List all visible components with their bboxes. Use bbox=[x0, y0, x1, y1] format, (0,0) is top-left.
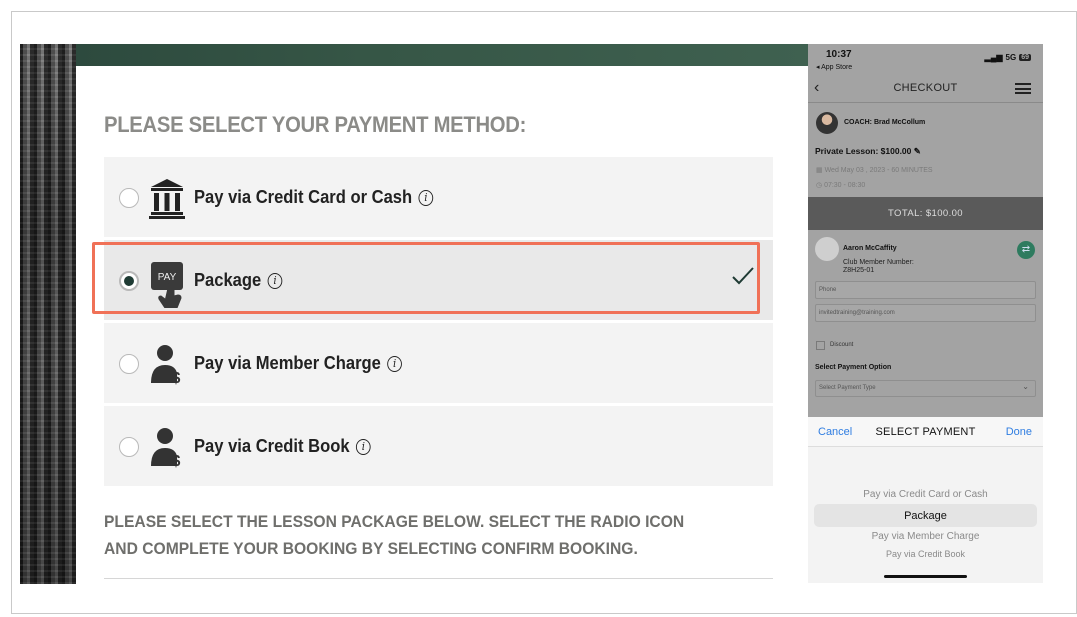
info-icon[interactable]: i bbox=[418, 190, 434, 206]
svg-text:$: $ bbox=[172, 453, 181, 468]
member-name: Aaron McCaffity bbox=[843, 245, 897, 252]
status-time: 10:37 bbox=[826, 49, 852, 60]
payment-option-credit-book[interactable]: $ Pay via Credit Book i bbox=[104, 406, 773, 486]
user-dollar-icon: $ bbox=[148, 426, 186, 470]
option-label: Pay via Credit Card or Cash i bbox=[194, 187, 434, 208]
done-button[interactable]: Done bbox=[1006, 426, 1032, 438]
payment-option-member-charge[interactable]: $ Pay via Member Charge i bbox=[104, 323, 773, 403]
option-label: Pay via Member Charge i bbox=[194, 353, 403, 374]
signal-icon: ▂▄▆ bbox=[984, 53, 1003, 62]
payment-option-credit-card[interactable]: Pay via Credit Card or Cash i bbox=[104, 157, 773, 237]
email-field[interactable]: invitedtraining@training.com bbox=[815, 304, 1036, 322]
info-icon[interactable]: i bbox=[355, 439, 371, 455]
picker-item[interactable]: Pay via Credit Book bbox=[808, 549, 1043, 559]
divider bbox=[808, 102, 1043, 103]
header-banner bbox=[76, 44, 808, 66]
payment-type-select[interactable]: Select Payment Type bbox=[815, 379, 1036, 397]
status-indicators: ▂▄▆ 5G 69 bbox=[985, 53, 1031, 62]
lesson-date: ▦ Wed May 03 , 2023 - 60 MINUTES bbox=[816, 167, 933, 174]
svg-text:$: $ bbox=[172, 370, 181, 385]
home-indicator bbox=[884, 575, 967, 578]
total-bar: TOTAL: $100.00 bbox=[808, 197, 1043, 230]
discount-checkbox[interactable] bbox=[816, 341, 825, 350]
info-icon[interactable]: i bbox=[387, 356, 403, 372]
pencil-icon[interactable]: ✎ bbox=[914, 146, 921, 156]
back-to-app-store-link[interactable]: ◂ App Store bbox=[816, 63, 852, 71]
user-dollar-icon: $ bbox=[148, 343, 186, 387]
payment-picker-wheel[interactable]: Pay via Credit Card or Cash Package Pay … bbox=[808, 447, 1043, 583]
picker-toolbar: Cancel SELECT PAYMENT Done bbox=[808, 417, 1043, 447]
radio-button[interactable] bbox=[119, 437, 139, 457]
battery-icon: 69 bbox=[1019, 54, 1031, 61]
highlight-box bbox=[92, 242, 760, 314]
payment-option-label: Select Payment Option bbox=[815, 364, 892, 371]
picker-item[interactable]: Pay via Member Charge bbox=[808, 531, 1043, 542]
network-label: 5G bbox=[1005, 53, 1017, 62]
radio-button[interactable] bbox=[119, 354, 139, 374]
page-title: PLEASE SELECT YOUR PAYMENT METHOD: bbox=[104, 112, 527, 137]
coach-avatar bbox=[816, 112, 838, 134]
picker-item-selected[interactable]: Package bbox=[808, 510, 1043, 522]
instructions-text: PLEASE SELECT THE LESSON PACKAGE BELOW. … bbox=[104, 512, 685, 558]
member-avatar bbox=[815, 237, 839, 261]
option-label: Pay via Credit Book i bbox=[194, 436, 371, 457]
hamburger-menu-icon[interactable] bbox=[1015, 83, 1031, 94]
coach-name: COACH: Brad McCollum bbox=[844, 119, 926, 126]
dimmed-checkout-screen: 10:37 ◂ App Store ▂▄▆ 5G 69 ‹ CHECKOUT C… bbox=[808, 44, 1043, 417]
bank-icon bbox=[148, 177, 186, 219]
swap-member-icon[interactable]: ⇄ bbox=[1017, 241, 1035, 259]
calendar-icon: ▦ bbox=[816, 167, 823, 174]
checkout-nav: ‹ CHECKOUT bbox=[808, 76, 1043, 102]
mobile-screenshot: 10:37 ◂ App Store ▂▄▆ 5G 69 ‹ CHECKOUT C… bbox=[808, 44, 1043, 583]
discount-label: Discount bbox=[830, 342, 854, 348]
picker-item[interactable]: Pay via Credit Card or Cash bbox=[808, 489, 1043, 500]
forest-background-strip bbox=[20, 44, 76, 584]
phone-field[interactable]: Phone bbox=[815, 281, 1036, 299]
lesson-price: Private Lesson: $100.00 ✎ bbox=[815, 146, 921, 156]
checkout-title: CHECKOUT bbox=[893, 82, 958, 94]
radio-button[interactable] bbox=[119, 188, 139, 208]
member-number: Club Member Number: Z8H25-01 bbox=[843, 259, 914, 274]
divider bbox=[104, 578, 773, 579]
lesson-time: ◷ 07:30 - 08:30 bbox=[816, 182, 866, 189]
clock-icon: ◷ bbox=[816, 182, 823, 189]
